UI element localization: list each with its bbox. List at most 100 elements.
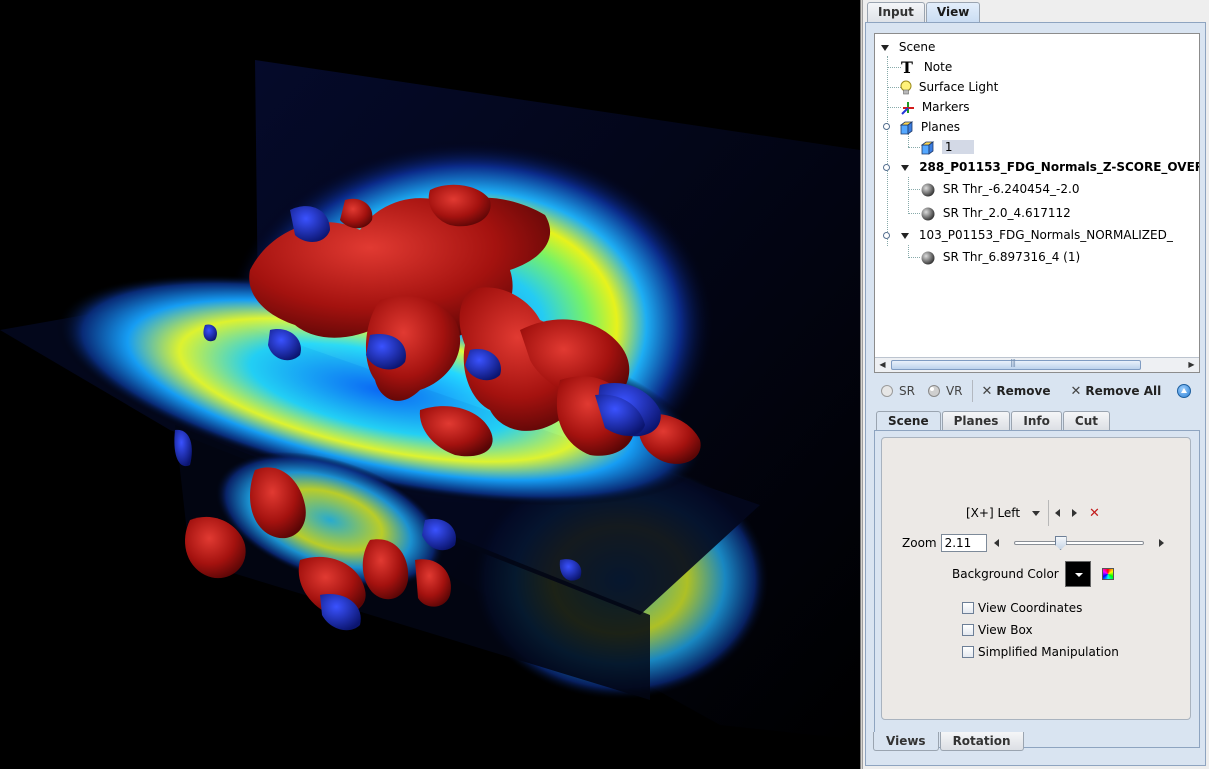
- tree-node-dataset1[interactable]: 288_P01153_FDG_Normals_Z-SCORE_OVER_(2.0: [901, 157, 1200, 177]
- tree-node-dataset2[interactable]: 103_P01153_FDG_Normals_NORMALIZED_: [901, 225, 1173, 245]
- surface-render-icon: [881, 385, 893, 397]
- expand-triangle-icon[interactable]: [901, 233, 909, 239]
- 3d-render-viewport[interactable]: [0, 0, 861, 769]
- tab-input[interactable]: Input: [867, 2, 925, 22]
- checkbox-box[interactable]: [962, 602, 974, 614]
- tree-node-sr-1[interactable]: SR Thr_-6.240454_-2.0: [920, 179, 1079, 199]
- delete-view-icon[interactable]: ✕: [1089, 506, 1100, 521]
- tab-views[interactable]: Views: [873, 732, 939, 751]
- tree-connector: [908, 213, 920, 214]
- render-toolbar: SR VR ✕ Remove ✕ Remove All: [874, 379, 1204, 403]
- scene-tab-bar: Scene Planes Info Cut: [876, 411, 1111, 431]
- sr-label: SR: [899, 384, 915, 398]
- tree-node-scene[interactable]: Scene: [881, 37, 935, 57]
- tab-cut[interactable]: Cut: [1062, 411, 1110, 430]
- tree-horizontal-scrollbar[interactable]: ◀ ▶: [875, 357, 1199, 372]
- tree-label: SR Thr_6.897316_4 (1): [942, 250, 1081, 264]
- scene-tree[interactable]: Scene T Note Surface Light Markers Plane…: [874, 33, 1200, 373]
- tree-connector: [887, 67, 901, 68]
- tree-label-selected: 1: [941, 140, 975, 154]
- tab-view[interactable]: View: [925, 2, 981, 23]
- background-color-swatch[interactable]: [1064, 561, 1091, 587]
- checkbox-box[interactable]: [962, 624, 974, 636]
- tree-expander-planes[interactable]: [883, 123, 890, 130]
- tree-label: 288_P01153_FDG_Normals_Z-SCORE_OVER_(2.0: [919, 160, 1200, 174]
- remove-all-label: Remove All: [1085, 384, 1162, 398]
- cube-icon: [920, 140, 935, 155]
- top-tab-bar: Input View: [867, 2, 981, 23]
- vr-label: VR: [945, 384, 963, 398]
- scroll-right-arrow-icon[interactable]: ▶: [1185, 359, 1198, 371]
- tree-label: Planes: [920, 120, 960, 134]
- view-box-checkbox[interactable]: View Box: [962, 623, 1033, 637]
- view-coordinates-checkbox[interactable]: View Coordinates: [962, 601, 1082, 615]
- tab-rotation[interactable]: Rotation: [939, 732, 1024, 751]
- zoom-increase-icon[interactable]: [1158, 539, 1164, 547]
- checkbox-box[interactable]: [962, 646, 974, 658]
- view-direction-row: [X+] Left ✕: [966, 500, 1100, 526]
- surface-sphere-icon: [921, 251, 935, 264]
- volume-rendering[interactable]: [0, 0, 861, 769]
- tree-node-sr-2[interactable]: SR Thr_2.0_4.617112: [920, 203, 1071, 223]
- tab-scene[interactable]: Scene: [876, 411, 941, 431]
- collapse-up-icon[interactable]: [1177, 384, 1192, 398]
- tree-label: Scene: [898, 40, 936, 54]
- tree-expander-dataset1[interactable]: [883, 164, 890, 171]
- tree-node-sr-3[interactable]: SR Thr_6.897316_4 (1): [920, 247, 1080, 267]
- zoom-decrease-icon[interactable]: [993, 539, 999, 547]
- expand-triangle-icon[interactable]: [901, 165, 909, 171]
- axes-icon: [901, 101, 914, 115]
- tree-connector: [908, 257, 920, 258]
- zoom-label: Zoom: [902, 536, 937, 550]
- scrollbar-thumb[interactable]: [891, 358, 1141, 370]
- scroll-left-arrow-icon[interactable]: ◀: [876, 359, 889, 371]
- surface-sphere-icon: [921, 207, 935, 220]
- sr-button[interactable]: SR: [874, 380, 921, 402]
- tree-label: SR Thr_2.0_4.617112: [942, 206, 1071, 220]
- zoom-slider[interactable]: [1013, 536, 1144, 550]
- volume-render-icon: [927, 385, 940, 397]
- expand-triangle-icon[interactable]: [881, 45, 889, 51]
- tab-planes[interactable]: Planes: [941, 411, 1011, 430]
- tree-node-surface-light[interactable]: Surface Light: [899, 77, 998, 97]
- background-color-label: Background Color: [952, 567, 1059, 581]
- scene-tab-content: [X+] Left ✕ Zoom 2.11 Background Color V…: [874, 430, 1200, 748]
- tree-label: Markers: [921, 100, 970, 114]
- next-view-icon[interactable]: [1072, 509, 1078, 517]
- view-direction-select[interactable]: [X+] Left: [966, 506, 1041, 520]
- slider-thumb[interactable]: [1054, 536, 1067, 550]
- app-window: Input View Scene T Note Surface Light Ma…: [0, 0, 1209, 769]
- tree-connector: [908, 177, 909, 214]
- tree-node-plane-1[interactable]: 1: [920, 137, 975, 157]
- zoom-row: Zoom 2.11: [902, 534, 1164, 552]
- tree-node-markers[interactable]: Markers: [900, 97, 970, 117]
- tree-label: SR Thr_-6.240454_-2.0: [942, 182, 1080, 196]
- scene-settings-group: [X+] Left ✕ Zoom 2.11 Background Color V…: [881, 437, 1191, 720]
- vr-button[interactable]: VR: [921, 380, 969, 402]
- remove-all-button[interactable]: ✕ Remove All: [1065, 380, 1168, 402]
- chevron-down-icon[interactable]: [1032, 510, 1041, 516]
- tree-label: Note: [923, 60, 953, 74]
- checkbox-label: View Box: [978, 623, 1033, 637]
- previous-view-icon[interactable]: [1055, 509, 1061, 517]
- cube-icon: [899, 120, 914, 135]
- slider-track: [1013, 541, 1144, 545]
- bottom-tab-bar: Views Rotation: [873, 732, 1025, 751]
- lightbulb-icon: [900, 80, 912, 94]
- tree-node-planes[interactable]: Planes: [899, 117, 960, 137]
- separator: [1048, 500, 1050, 526]
- surface-sphere-icon: [921, 183, 935, 196]
- simplified-manipulation-checkbox[interactable]: Simplified Manipulation: [962, 645, 1119, 659]
- remove-label: Remove: [996, 384, 1051, 398]
- tree-expander-dataset2[interactable]: [883, 232, 890, 239]
- tree-label: 103_P01153_FDG_Normals_NORMALIZED_: [918, 228, 1173, 242]
- tree-node-note[interactable]: T Note: [901, 57, 952, 77]
- remove-button[interactable]: ✕ Remove: [976, 380, 1057, 402]
- tree-connector: [908, 189, 920, 190]
- zoom-input[interactable]: 2.11: [940, 534, 987, 552]
- color-palette-icon[interactable]: [1101, 568, 1114, 580]
- view-tab-content: Scene T Note Surface Light Markers Plane…: [865, 22, 1206, 766]
- close-all-icon: ✕: [1070, 383, 1082, 399]
- background-color-row: Background Color: [952, 561, 1114, 587]
- tab-info[interactable]: Info: [1011, 411, 1062, 430]
